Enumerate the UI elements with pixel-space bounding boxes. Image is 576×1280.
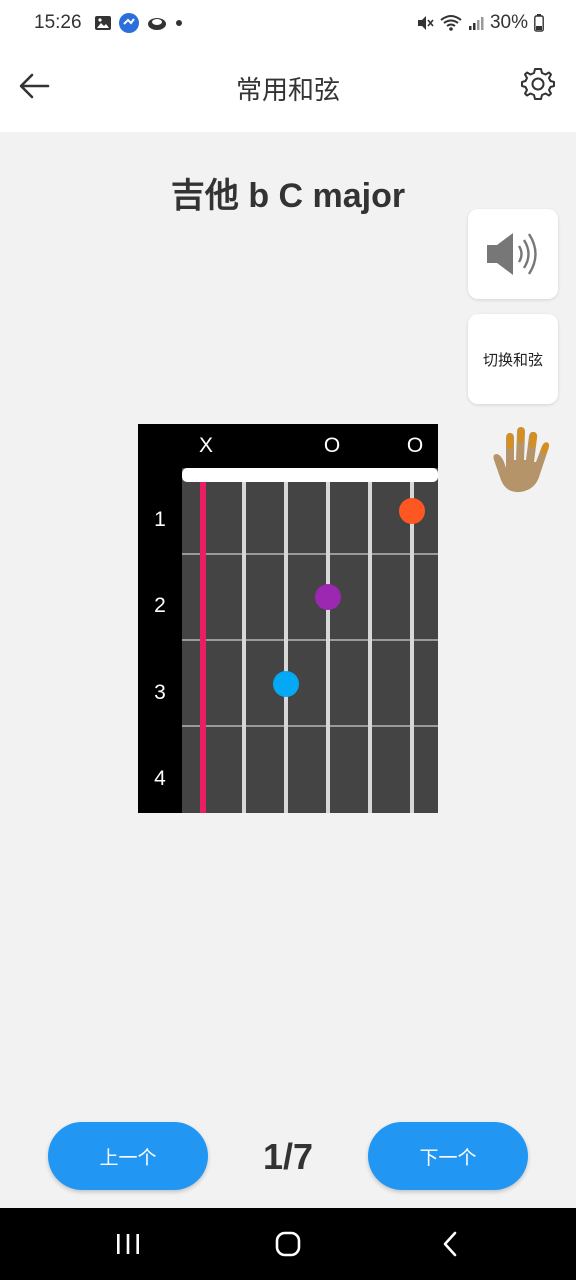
page-title: 常用和弦 <box>235 76 340 106</box>
finger-dot <box>315 584 341 610</box>
recents-button[interactable] <box>108 1226 148 1262</box>
finger-dot <box>399 498 425 524</box>
recents-icon <box>117 1234 139 1254</box>
play-sound-button[interactable] <box>468 209 558 299</box>
string-marker-open: O <box>406 434 424 457</box>
home-icon <box>275 1231 301 1257</box>
page-indicator: 1/7 <box>262 1136 314 1177</box>
notification-icons <box>94 12 184 34</box>
battery-percent: 30% <box>489 12 528 33</box>
chevron-left-icon <box>443 1231 457 1257</box>
system-nav-bar <box>0 1208 576 1280</box>
status-time: 15:26 <box>34 12 82 33</box>
fretboard-grid <box>182 468 438 813</box>
status-bar: 15:26 30% <box>0 0 576 48</box>
prev-label: 上一个 <box>99 1146 157 1169</box>
string-marker-open: O <box>323 434 341 457</box>
fret-number: 3 <box>154 681 166 704</box>
next-button[interactable]: 下一个 <box>368 1122 528 1190</box>
switch-chord-button[interactable]: 切换和弦 <box>468 314 558 404</box>
more-notifications-icon <box>176 20 182 26</box>
settings-button[interactable] <box>518 64 558 104</box>
hand-icon[interactable] <box>488 424 552 496</box>
cloud-app-icon <box>148 18 166 30</box>
app-badge-icon <box>119 13 139 33</box>
home-button[interactable] <box>268 1226 308 1262</box>
app-bar: 常用和弦 <box>0 48 576 132</box>
gear-icon <box>521 68 555 100</box>
gallery-icon <box>95 16 111 30</box>
system-back-button[interactable] <box>430 1226 470 1262</box>
switch-chord-label: 切换和弦 <box>482 350 543 369</box>
next-label: 下一个 <box>419 1146 477 1169</box>
chord-diagram: X O O 1 2 3 4 <box>138 424 438 813</box>
nut <box>182 468 438 482</box>
battery-icon <box>534 14 544 32</box>
system-status-icons: 30% <box>416 12 544 34</box>
wifi-icon <box>440 15 462 31</box>
fret-number: 4 <box>154 767 166 790</box>
fret-number: 1 <box>154 508 166 531</box>
signal-icon <box>468 17 484 30</box>
speaker-icon <box>487 233 537 275</box>
fret-number: 2 <box>154 594 166 617</box>
prev-button[interactable]: 上一个 <box>48 1122 208 1190</box>
mute-icon <box>417 16 434 30</box>
string-marker-muted: X <box>198 434 213 457</box>
finger-dot <box>273 671 299 697</box>
